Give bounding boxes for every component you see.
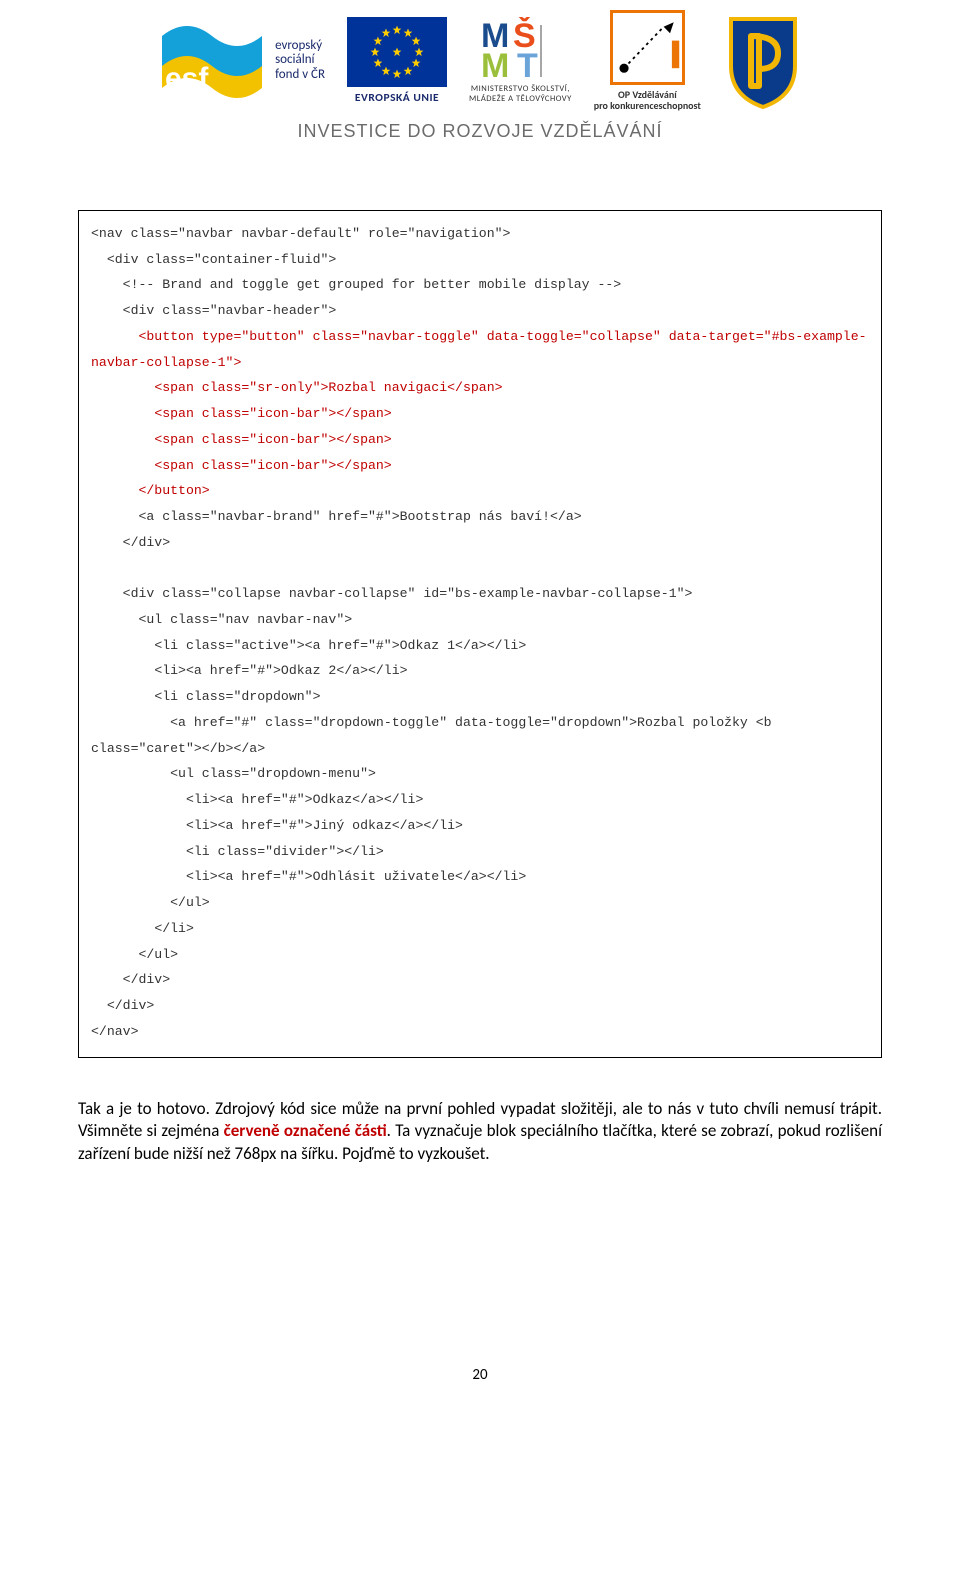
msmt-icon: M Š M T — [475, 17, 565, 82]
code-line: <div class="container-fluid"> — [91, 252, 336, 267]
code-line: <li><a href="#">Jiný odkaz</a></li> — [91, 818, 463, 833]
shield-icon — [723, 11, 803, 111]
op-line2: pro konkurenceschopnost — [594, 100, 701, 111]
esf-line3: fond v ČR — [275, 68, 325, 82]
code-line: </div> — [91, 535, 170, 550]
code-line: <a class="navbar-brand" href="#">Bootstr… — [91, 509, 582, 524]
op-logo: OP Vzdělávání pro konkurenceschopnost — [594, 10, 701, 111]
code-line: <li><a href="#">Odhlásit uživatele</a></… — [91, 869, 526, 884]
code-line-highlight: <span class="icon-bar"></span> — [91, 406, 392, 421]
svg-text:esf: esf — [165, 62, 209, 95]
code-line-highlight: </button> — [91, 483, 210, 498]
code-line-highlight: <span class="icon-bar"></span> — [91, 458, 392, 473]
university-shield-logo — [723, 11, 803, 111]
code-line: </div> — [91, 998, 154, 1013]
code-line: <div class="navbar-header"> — [91, 303, 336, 318]
esf-logo: esf evropský sociální fond v ČR — [157, 16, 325, 106]
code-line: <nav class="navbar navbar-default" role=… — [91, 226, 510, 241]
page-body: <nav class="navbar navbar-default" role=… — [0, 150, 960, 1166]
code-line: </ul> — [91, 947, 178, 962]
eu-logo: EVROPSKÁ UNIE — [347, 17, 447, 105]
svg-text:M: M — [481, 47, 509, 82]
code-line-highlight: <span class="sr-only">Rozbal navigaci</s… — [91, 380, 503, 395]
msmt-text: MINISTERSTVO ŠKOLSTVÍ, MLÁDEŽE A TĚLOVÝC… — [469, 84, 572, 104]
code-line: </li> — [91, 921, 194, 936]
code-line: </nav> — [91, 1024, 138, 1039]
code-line: <a href="#" class="dropdown-toggle" data… — [91, 715, 780, 756]
code-line-highlight: <button type="button" class="navbar-togg… — [91, 329, 867, 370]
code-line: </ul> — [91, 895, 210, 910]
code-line: <div class="collapse navbar-collapse" id… — [91, 586, 692, 601]
logos-row: esf evropský sociální fond v ČR — [20, 10, 940, 111]
code-line: <li class="active"><a href="#">Odkaz 1</… — [91, 638, 526, 653]
esf-line1: evropský — [275, 39, 325, 53]
esf-wave-icon: esf — [157, 16, 267, 106]
code-line: <!-- Brand and toggle get grouped for be… — [91, 277, 621, 292]
op-text: OP Vzdělávání pro konkurenceschopnost — [594, 89, 701, 111]
code-line: <li class="divider"></li> — [91, 844, 384, 859]
body-paragraph: Tak a je to hotovo. Zdrojový kód sice mů… — [78, 1098, 882, 1167]
code-line: <li><a href="#">Odkaz 2</a></li> — [91, 663, 408, 678]
header-banner: esf evropský sociální fond v ČR — [0, 0, 960, 150]
tagline: INVESTICE DO ROZVOJE VZDĚLÁVÁNÍ — [297, 121, 662, 142]
page-number: 20 — [0, 1366, 960, 1414]
code-box: <nav class="navbar navbar-default" role=… — [78, 210, 882, 1058]
code-line: </div> — [91, 972, 170, 987]
msmt-line1: MINISTERSTVO ŠKOLSTVÍ, — [469, 84, 572, 94]
esf-line2: sociální — [275, 53, 325, 67]
para-highlight: červeně označené části — [224, 1120, 387, 1141]
op-box-icon — [610, 10, 685, 85]
svg-text:T: T — [517, 47, 538, 82]
code-line: <ul class="nav navbar-nav"> — [91, 612, 352, 627]
code-line-highlight: <span class="icon-bar"></span> — [91, 432, 392, 447]
code-line: <li><a href="#">Odkaz</a></li> — [91, 792, 423, 807]
code-line: <li class="dropdown"> — [91, 689, 321, 704]
eu-text: EVROPSKÁ UNIE — [355, 91, 439, 105]
esf-text: evropský sociální fond v ČR — [275, 39, 325, 82]
code-line: <ul class="dropdown-menu"> — [91, 766, 376, 781]
msmt-line2: MLÁDEŽE A TĚLOVÝCHOVY — [469, 94, 572, 104]
eu-flag-icon — [347, 17, 447, 87]
msmt-logo: M Š M T MINISTERSTVO ŠKOLSTVÍ, MLÁDEŽE A… — [469, 17, 572, 104]
